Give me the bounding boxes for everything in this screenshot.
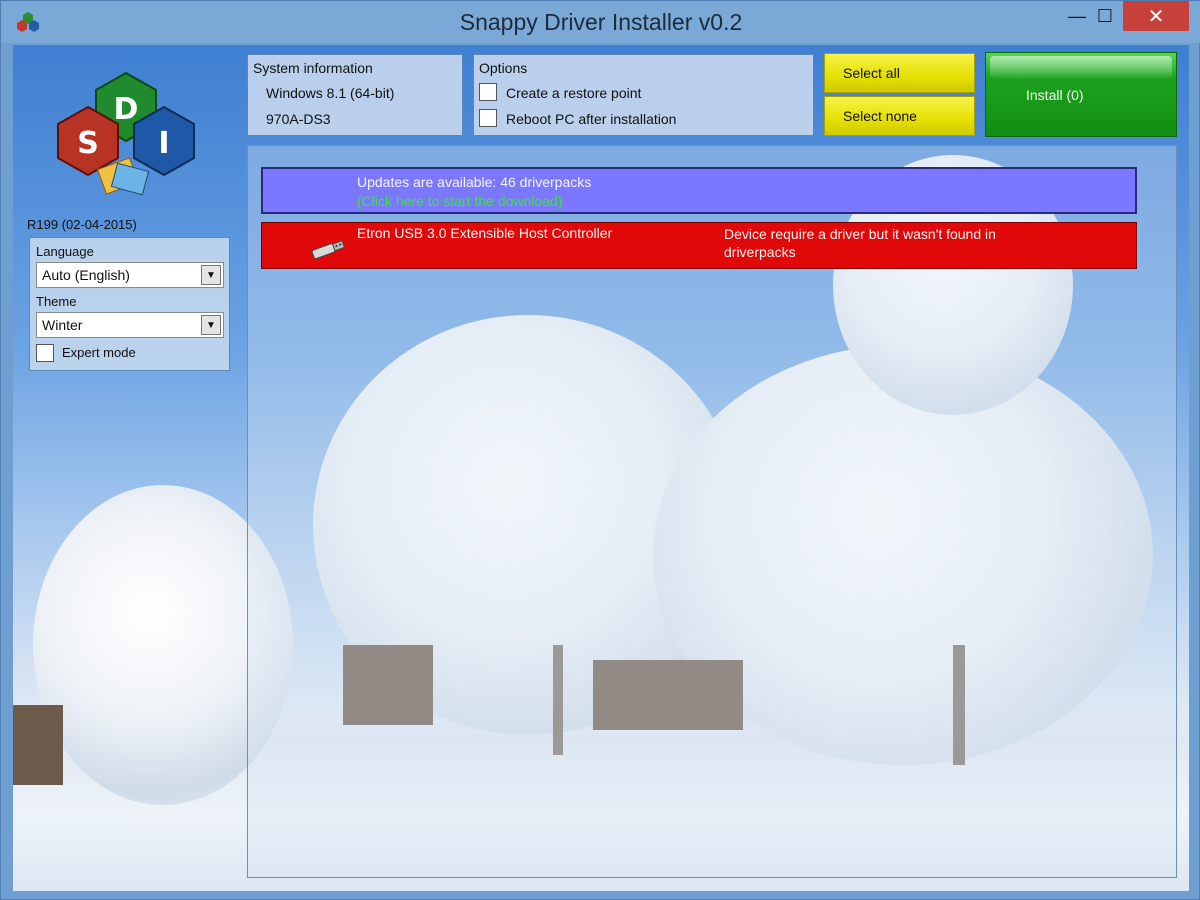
options-panel: Options Create a restore point Reboot PC… xyxy=(473,54,814,136)
title-bar: Snappy Driver Installer v0.2 — ☐ ✕ xyxy=(1,1,1200,43)
theme-select[interactable]: Winter ▼ xyxy=(36,312,224,338)
system-info-title: System information xyxy=(253,60,373,76)
settings-panel: Language Auto (English) ▼ Theme Winter ▼… xyxy=(29,237,230,371)
chevron-down-icon[interactable]: ▼ xyxy=(201,315,221,335)
window-title: Snappy Driver Installer v0.2 xyxy=(459,9,743,35)
restore-point-checkbox[interactable] xyxy=(479,83,497,101)
expert-mode-label: Expert mode xyxy=(62,345,136,360)
app-window: Snappy Driver Installer v0.2 — ☐ ✕ D S I… xyxy=(0,0,1200,900)
system-info-panel: System information Windows 8.1 (64-bit) … xyxy=(247,54,463,136)
language-value: Auto (English) xyxy=(42,267,130,283)
restore-point-label: Create a restore point xyxy=(506,85,642,101)
language-label: Language xyxy=(36,244,94,259)
language-select[interactable]: Auto (English) ▼ xyxy=(36,262,224,288)
reboot-checkbox[interactable] xyxy=(479,109,497,127)
sdi-logo: D S I xyxy=(57,71,195,196)
theme-value: Winter xyxy=(42,317,83,333)
logo-letter-d: D xyxy=(114,92,139,127)
theme-label: Theme xyxy=(36,294,77,309)
device-status: Device require a driver but it wasn't fo… xyxy=(724,226,996,260)
install-button-label: Install (0) xyxy=(1026,87,1084,103)
chevron-down-icon[interactable]: ▼ xyxy=(201,265,221,285)
cabin xyxy=(13,705,63,785)
options-title: Options xyxy=(479,60,528,76)
os-label: Windows 8.1 (64-bit) xyxy=(266,85,395,101)
updates-available-item[interactable]: Updates are available: 46 driverpacks (C… xyxy=(261,167,1137,214)
expert-mode-checkbox[interactable] xyxy=(36,344,54,362)
motherboard-label: 970A-DS3 xyxy=(266,111,331,127)
logo-letter-s: S xyxy=(77,126,99,161)
usb-icon xyxy=(311,240,346,259)
install-button-highlight xyxy=(990,56,1172,78)
logo-letter-i: I xyxy=(158,126,169,161)
device-name: Etron USB 3.0 Extensible Host Controller xyxy=(357,225,613,241)
download-link[interactable]: (Click here to start the download) xyxy=(357,193,562,209)
select-none-button[interactable]: Select none xyxy=(824,96,975,136)
install-button[interactable]: Install (0) xyxy=(985,52,1177,137)
maximize-button[interactable]: ☐ xyxy=(1083,1,1127,31)
revision-label: R199 (02-04-2015) xyxy=(27,217,137,232)
reboot-label: Reboot PC after installation xyxy=(506,111,677,127)
device-item[interactable]: Etron USB 3.0 Extensible Host Controller… xyxy=(261,222,1137,269)
updates-available-text: Updates are available: 46 driverpacks xyxy=(357,174,592,190)
select-all-button[interactable]: Select all xyxy=(824,53,975,93)
close-button[interactable]: ✕ xyxy=(1123,1,1189,31)
